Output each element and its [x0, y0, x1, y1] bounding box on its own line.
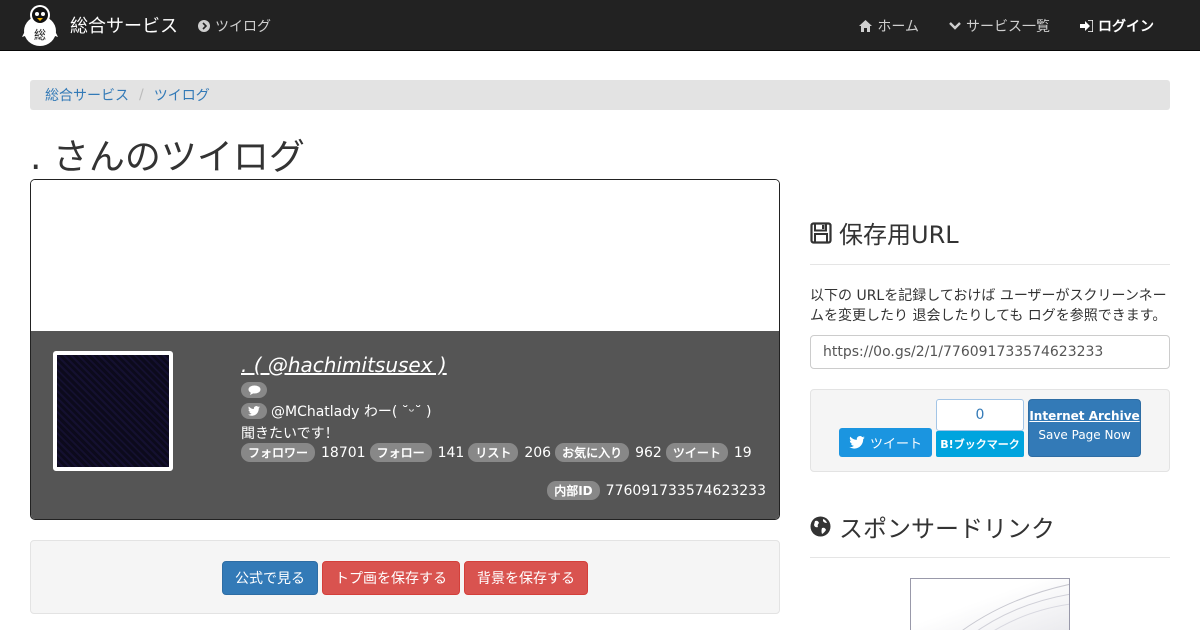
save-url-heading-text: 保存用URL: [839, 221, 959, 249]
home-icon: [859, 20, 873, 32]
nav-tweelog-label: ツイログ: [215, 19, 271, 35]
nav-services[interactable]: サービス一覧: [949, 16, 1050, 36]
brand[interactable]: 総 総合サービス: [20, 2, 178, 48]
breadcrumb: 総合サービス / ツイログ: [30, 80, 1170, 110]
tweet-button[interactable]: ツイート: [839, 428, 932, 457]
profile-name-link[interactable]: . ( @hachimitsusex ): [241, 353, 447, 377]
hatena-bookmark-count: 0: [936, 399, 1024, 431]
stat-label-followers: フォロワー: [241, 443, 316, 462]
internet-archive-subtitle: Save Page Now: [1038, 428, 1131, 442]
internal-id-label: 内部ID: [547, 481, 600, 500]
save-background-button[interactable]: 背景を保存する: [464, 561, 588, 595]
divider: [810, 264, 1170, 265]
svg-text:総: 総: [34, 28, 46, 42]
breadcrumb-item-tweelog[interactable]: ツイログ: [154, 85, 210, 105]
nav-services-label: サービス一覧: [966, 19, 1050, 35]
divider: [810, 557, 1170, 558]
sponsored-links-heading: スポンサードリンク: [810, 509, 1055, 544]
sponsored-links-heading-text: スポンサードリンク: [839, 515, 1055, 543]
floppy-disk-icon: [810, 221, 832, 244]
nav-right: ホーム サービス一覧 ログイン: [859, 16, 1154, 36]
profile-description-line2: 聞きたいです！: [241, 426, 339, 442]
save-url-heading: 保存用URL: [810, 215, 959, 250]
profile-card: . ( @hachimitsusex ) @MChatlady わー( ˘ᵕ˘ …: [30, 179, 780, 520]
stat-label-favorites: お気に入り: [555, 443, 630, 462]
comment-icon: [241, 382, 267, 398]
save-url-description: 以下の URLを記録しておけば ユーザーがスクリーンネームを変更したり 退会した…: [810, 288, 1167, 324]
save-url-input[interactable]: [810, 335, 1170, 369]
internet-archive-title: Internet Archive: [1029, 409, 1140, 423]
save-icon-button[interactable]: トプ画を保存する: [322, 561, 460, 595]
profile-info: . ( @hachimitsusex ) @MChatlady わー( ˘ᵕ˘ …: [31, 331, 779, 519]
navbar: 総 総合サービス ツイログ ホーム サービス一覧 ログイン: [0, 0, 1200, 51]
stat-label-lists: リスト: [468, 443, 519, 462]
penguin-logo-icon: 総: [22, 5, 58, 46]
view-official-button[interactable]: 公式で見る: [222, 561, 318, 595]
chevron-circle-right-icon: [198, 20, 210, 32]
nav-home-label: ホーム: [877, 19, 919, 35]
stat-label-following: フォロー: [369, 443, 432, 462]
breadcrumb-item-home[interactable]: 総合サービス: [45, 85, 129, 105]
internet-archive-button[interactable]: Internet Archive Save Page Now: [1028, 399, 1141, 457]
page-title: . さんのツイログ: [30, 137, 305, 178]
profile-banner: [31, 180, 779, 331]
stat-value-tweets: 19: [733, 444, 752, 461]
nav-login[interactable]: ログイン: [1080, 16, 1154, 36]
profile-description-line1: @MChatlady わー( ˘ᵕ˘ ): [241, 401, 432, 421]
globe-icon: [810, 516, 831, 537]
stat-value-following: 141: [437, 444, 465, 461]
internal-id: 内部ID 776091733574623233: [547, 481, 766, 500]
breadcrumb-separator: /: [139, 87, 144, 103]
brand-text: 総合サービス: [70, 16, 178, 37]
profile-stats: フォロワー 18701 フォロー 141 リスト 206 お気に入り 962 ツ…: [241, 443, 756, 462]
ad-pattern: [962, 583, 1069, 630]
action-well: 公式で見る トプ画を保存する 背景を保存する: [30, 540, 780, 614]
profile-description-text1: @MChatlady わー( ˘ᵕ˘ ): [271, 404, 432, 420]
sign-in-icon: [1080, 20, 1093, 32]
twitter-bird-icon: [849, 436, 865, 449]
stat-value-followers: 18701: [321, 444, 366, 461]
stat-value-lists: 206: [524, 444, 552, 461]
hatena-bookmark-button[interactable]: B!ブックマーク: [936, 431, 1024, 457]
chevron-down-icon: [949, 22, 961, 30]
share-well: ツイート 0 B!ブックマーク Internet Archive Save Pa…: [810, 389, 1170, 472]
nav-tweelog-link[interactable]: ツイログ: [198, 16, 271, 36]
nav-login-label: ログイン: [1098, 19, 1154, 35]
stat-label-tweets: ツイート: [665, 443, 728, 462]
nav-home[interactable]: ホーム: [859, 16, 919, 36]
ad-banner[interactable]: [910, 578, 1070, 630]
tweet-button-label: ツイート: [869, 437, 922, 452]
avatar: [53, 351, 173, 471]
internal-id-value: 776091733574623233: [605, 482, 766, 499]
stat-value-favorites: 962: [635, 444, 662, 461]
twitter-bird-icon: [241, 403, 267, 419]
